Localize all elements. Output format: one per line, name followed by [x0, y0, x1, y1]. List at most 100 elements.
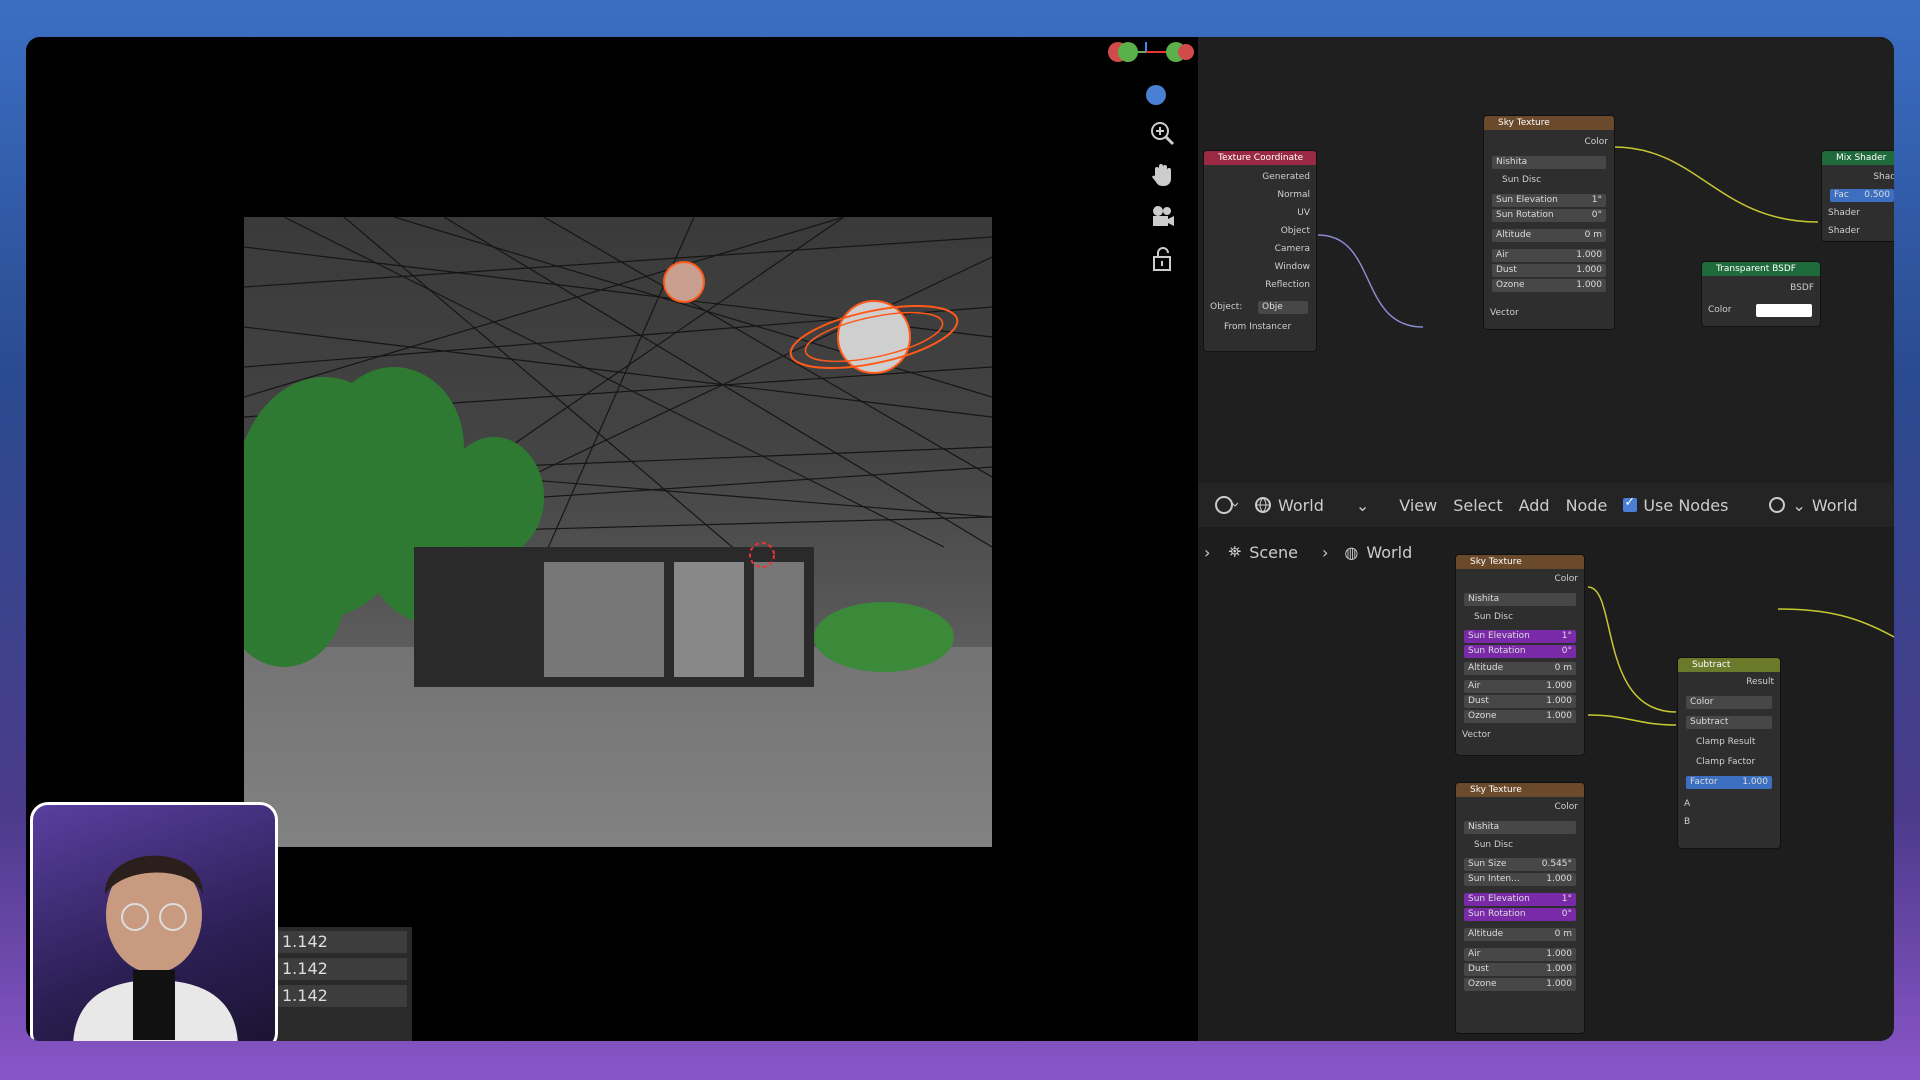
viewport-tools: [1146, 117, 1186, 285]
sun-disc-checkbox[interactable]: Sun Disc: [1462, 839, 1578, 852]
sun-elevation-field[interactable]: Sun Elevation 1°: [1464, 630, 1576, 643]
redo-value-field[interactable]: 1.142: [278, 985, 407, 1007]
clamp-result-checkbox[interactable]: Clamp Result: [1684, 736, 1774, 749]
sun-disc-checkbox[interactable]: Sun Disc: [1462, 611, 1578, 624]
sun-intensity-field[interactable]: Sun Inten... 1.000: [1464, 873, 1576, 886]
object-picker[interactable]: Obje: [1258, 301, 1308, 314]
sky-type-dropdown[interactable]: Nishita: [1492, 156, 1606, 169]
transparent-bsdf-node[interactable]: Transparent BSDF BSDF Color: [1702, 262, 1820, 326]
sky-type-dropdown[interactable]: Nishita: [1464, 821, 1576, 834]
node-editor[interactable]: Texture Coordinate Generated Normal UV O…: [1198, 37, 1894, 1041]
output-result: Result: [1746, 677, 1774, 687]
sun-disc-checkbox[interactable]: Sun Disc: [1490, 174, 1608, 187]
input-a: A: [1684, 799, 1691, 809]
lock-icon[interactable]: [1146, 243, 1178, 275]
sky-texture-node[interactable]: Sky Texture Color Nishita Sun Disc Sun E…: [1484, 116, 1614, 329]
menu-node[interactable]: Node: [1566, 496, 1608, 515]
hand-icon[interactable]: [1146, 159, 1178, 191]
output-reflection: Reflection: [1265, 280, 1310, 290]
altitude-field[interactable]: Altitude 0 m: [1492, 229, 1606, 242]
zoom-icon[interactable]: [1146, 117, 1178, 149]
clamp-factor-checkbox[interactable]: Clamp Factor: [1684, 756, 1774, 769]
app-frame: 1.142 1.142 1.142 Texture Coordinate Gen…: [26, 37, 1894, 1041]
shader-type-dropdown[interactable]: World ⌄: [1254, 496, 1369, 515]
data-type-dropdown[interactable]: Color: [1686, 696, 1772, 709]
node-title: Mix Shader: [1822, 151, 1894, 165]
air-field[interactable]: Air 1.000: [1492, 249, 1606, 262]
input-shader: Shader: [1828, 208, 1860, 218]
from-instancer-checkbox[interactable]: From Instancer: [1210, 321, 1310, 334]
node-title: Sky Texture: [1484, 116, 1614, 130]
output-camera: Camera: [1274, 244, 1310, 254]
check-icon: [1623, 495, 1638, 512]
blend-mode-dropdown[interactable]: Subtract: [1686, 716, 1772, 729]
world-name: World: [1811, 495, 1858, 515]
altitude-field[interactable]: Altitude 0 m: [1464, 928, 1576, 941]
output-object: Object: [1280, 226, 1310, 236]
world-icon: [1255, 497, 1271, 513]
node-title: Sky Texture: [1456, 555, 1584, 569]
webcam-overlay: [30, 802, 278, 1041]
use-nodes-label: Use Nodes: [1643, 495, 1729, 515]
output-color: Color: [1554, 802, 1579, 812]
sky-texture-node[interactable]: Sky Texture Color Nishita Sun Disc Sun E…: [1456, 555, 1584, 755]
sun-elevation-field[interactable]: Sun Elevation 1°: [1464, 893, 1576, 906]
input-shader: Shader: [1828, 226, 1860, 236]
air-field[interactable]: Air 1.000: [1464, 948, 1576, 961]
camera-icon[interactable]: [1146, 201, 1178, 233]
editor-type-selector[interactable]: [1214, 495, 1238, 515]
use-nodes-checkbox[interactable]: Use Nodes: [1623, 495, 1729, 515]
mix-shader-node[interactable]: Mix Shader Shad Fac 0.500 Shader Shader: [1822, 151, 1894, 241]
menu-view[interactable]: View: [1399, 496, 1437, 515]
world-icon: [1769, 497, 1786, 513]
node-title: Transparent BSDF: [1702, 262, 1820, 276]
world-datablock-selector[interactable]: ⌄ World: [1768, 495, 1858, 515]
output-bsdf: BSDF: [1790, 283, 1814, 293]
output-window: Window: [1274, 262, 1311, 272]
input-vector: Vector: [1462, 730, 1491, 740]
subtract-node[interactable]: Subtract Result Color Subtract Clamp Res…: [1678, 658, 1780, 848]
node-editor-header: World⌄ View Select Add Node Use Nodes ⌄W…: [1198, 483, 1894, 527]
output-color: Color: [1584, 137, 1609, 147]
node-editor-upper[interactable]: Texture Coordinate Generated Normal UV O…: [1198, 37, 1894, 483]
output-shader: Shad: [1873, 172, 1894, 182]
altitude-field[interactable]: Altitude 0 m: [1464, 662, 1576, 675]
dust-field[interactable]: Dust 1.000: [1464, 963, 1576, 976]
factor-field[interactable]: Factor 1.000: [1686, 776, 1772, 789]
sun-rotation-field[interactable]: Sun Rotation 0°: [1464, 645, 1576, 658]
ozone-field[interactable]: Ozone 1.000: [1492, 279, 1606, 292]
fac-field[interactable]: Fac 0.500: [1830, 189, 1894, 202]
node-title: Sky Texture: [1456, 783, 1584, 797]
node-title: Subtract: [1678, 658, 1780, 672]
ozone-field[interactable]: Ozone 1.000: [1464, 710, 1576, 723]
sun-size-field[interactable]: Sun Size 0.545°: [1464, 858, 1576, 871]
texture-coordinate-node[interactable]: Texture Coordinate Generated Normal UV O…: [1204, 151, 1316, 351]
output-normal: Normal: [1277, 190, 1310, 200]
redo-value-field[interactable]: 1.142: [278, 931, 407, 953]
viewport-render[interactable]: [244, 217, 992, 847]
input-vector: Vector: [1490, 308, 1519, 318]
sun-elevation-field[interactable]: Sun Elevation 1°: [1492, 194, 1606, 207]
output-color: Color: [1554, 574, 1579, 584]
dust-field[interactable]: Dust 1.000: [1492, 264, 1606, 277]
redo-panel: 1.142 1.142 1.142: [272, 927, 412, 1041]
sky-type-dropdown[interactable]: Nishita: [1464, 593, 1576, 606]
air-field[interactable]: Air 1.000: [1464, 680, 1576, 693]
navigation-gizmo[interactable]: [1076, 37, 1206, 127]
sky-texture-node[interactable]: Sky Texture Color Nishita Sun Disc Sun S…: [1456, 783, 1584, 1033]
output-uv: UV: [1297, 208, 1310, 218]
world-label: World: [1278, 495, 1324, 515]
node-title: Texture Coordinate: [1204, 151, 1316, 165]
menu-select[interactable]: Select: [1453, 496, 1502, 515]
output-generated: Generated: [1262, 172, 1310, 182]
ozone-field[interactable]: Ozone 1.000: [1464, 978, 1576, 991]
sun-rotation-field[interactable]: Sun Rotation 0°: [1464, 908, 1576, 921]
sun-rotation-field[interactable]: Sun Rotation 0°: [1492, 209, 1606, 222]
color-swatch[interactable]: [1756, 304, 1812, 317]
menu-add[interactable]: Add: [1519, 496, 1550, 515]
input-b: B: [1684, 817, 1691, 827]
presenter-avatar: [73, 855, 238, 1041]
redo-value-field[interactable]: 1.142: [278, 958, 407, 980]
scene-drawing: [244, 217, 992, 847]
dust-field[interactable]: Dust 1.000: [1464, 695, 1576, 708]
